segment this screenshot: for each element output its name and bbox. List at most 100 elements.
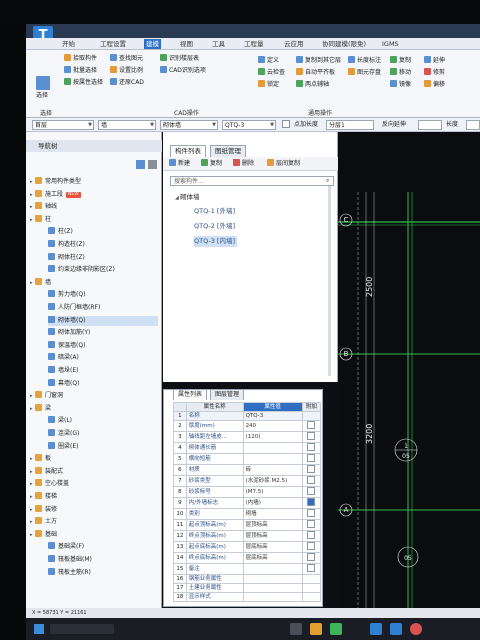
nav-item[interactable]: 砌体柱(Z) [48,252,158,263]
property-value[interactable] [242,453,303,465]
ribbon-item-16[interactable]: 复制 [390,56,411,66]
nav-item[interactable]: 剪力墙(Q) [48,290,158,300]
property-value[interactable]: 240 [242,420,303,432]
property-row[interactable]: 14 终点底标高(m) 层底标高 [173,552,322,564]
ribbon-item-1[interactable]: 批量选择 [64,66,97,76]
nav-item[interactable]: ▸ 基础 [30,529,158,540]
nav-item[interactable]: ▸ 常用构件类型 [30,177,158,187]
property-row[interactable]: 2 厚度(mm) 240 [173,420,322,432]
checkbox-icon[interactable] [307,498,316,506]
wechat-icon[interactable] [330,623,342,635]
ribbon-item-21[interactable]: 偏移 [424,80,445,90]
component-group[interactable]: ◢砌体墙 [175,192,200,203]
menu-tab-4[interactable]: 工具 [210,39,227,49]
nav-item[interactable]: 砌体加筋(Y) [48,328,158,338]
ribbon-item-9[interactable]: 云检查 [258,68,285,78]
property-value[interactable]: 层顶标高 [242,519,303,531]
property-row[interactable]: 3 轴线距左墙皮... (120) [173,431,322,443]
ribbon-item-19[interactable]: 修剪 [424,68,445,78]
ribbon-item-6[interactable]: 识别楼层表 [160,54,199,64]
property-row[interactable]: 17 土建业务属性 [173,583,322,593]
checkbox-icon[interactable] [307,443,316,451]
checkbox-icon[interactable] [307,476,316,484]
nav-item[interactable]: ▸ 板 [30,454,158,464]
menu-tab-1[interactable]: 工程设置 [98,39,128,49]
component-item[interactable]: QTQ-1 [外墙] [194,206,237,217]
nav-item[interactable]: ▸ 柱 [30,214,158,225]
ribbon-item-4[interactable]: 设置比例 [110,66,143,76]
layer-copy-button[interactable]: 层间复制 [267,159,300,169]
property-row[interactable]: 9 内/外墙标志 (内墙) [173,497,322,509]
property-value[interactable]: 砖 [242,464,303,476]
ribbon-item-18[interactable]: 移动 [390,68,411,78]
component-item[interactable]: QTQ-3 [内墙] [194,236,238,247]
windows-start-icon[interactable] [34,624,44,634]
property-row[interactable]: 4 砌体通长筋 [173,442,322,454]
checkbox-icon[interactable] [307,421,316,429]
property-value[interactable] [242,592,303,602]
menu-tab-3[interactable]: 视图 [178,39,195,49]
copy-component-button[interactable]: 复制 [201,159,222,169]
property-value[interactable]: (内墙) [242,497,303,509]
ribbon-item-14[interactable]: 长度标注 [348,56,381,66]
taskbar-search[interactable] [50,624,114,634]
nav-item[interactable]: 保温墙(Q) [48,340,158,351]
select-button[interactable]: 选择 [36,76,52,99]
nav-item[interactable]: 幕墙(Q) [48,378,158,389]
component-item[interactable]: QTQ-2 [外墙] [194,221,237,232]
checkbox-icon[interactable] [307,564,316,572]
glodon-app-icon[interactable] [370,623,382,635]
tab-drawing-management[interactable]: 图纸管理 [210,145,246,157]
checkbox-icon[interactable] [307,487,316,495]
property-value[interactable]: 层顶标高 [242,530,303,542]
nav-item[interactable]: ▸ 施工段 NEW [30,189,158,200]
nav-item[interactable]: ▸ 空心楼盖 [30,479,158,489]
checkbox-icon[interactable] [307,542,316,550]
nav-item[interactable]: ▸ 装配式 [30,466,158,477]
type-select[interactable]: 墙 ▼ [98,120,156,130]
property-row[interactable]: 10 类别 砌墙 [173,508,322,520]
nav-item[interactable]: 砌体墙(Q) [48,315,158,326]
nav-item[interactable]: 基础梁(F) [48,542,158,552]
glodon-app-icon-2[interactable] [390,623,402,635]
nav-item[interactable]: 柱(Z) [48,227,158,237]
ribbon-item-11[interactable]: 复制到其它层 [296,56,341,66]
property-row[interactable]: 7 砂浆类型 (水泥砂浆 M2.5) [173,475,322,487]
property-row[interactable]: 15 备注 [173,563,322,575]
nav-item[interactable]: 构造柱(Z) [48,240,158,250]
delete-component-button[interactable]: 删除 [233,159,254,169]
subtype-select[interactable]: 砌体墙 ▼ [160,120,218,130]
menu-tab-5[interactable]: 工程量 [242,39,266,49]
search-icon[interactable]: ⌕ [326,177,329,185]
checkbox-icon[interactable] [307,520,316,528]
new-component-button[interactable]: 新建 [169,159,190,169]
property-value[interactable]: 砌墙 [242,508,303,520]
nav-item[interactable]: 筏板主筋(R) [48,567,158,578]
property-value[interactable]: (水泥砂浆 M2.5) [242,475,303,487]
checkbox-icon[interactable] [307,465,316,473]
ribbon-item-2[interactable]: 按属性选择 [64,78,103,88]
checkbox-icon[interactable] [307,432,316,440]
menu-tab-6[interactable]: 云应用 [282,39,306,49]
nav-item[interactable]: 暗梁(A) [48,353,158,363]
tab-properties[interactable]: 属性列表 [173,389,208,400]
property-value[interactable]: (120) [242,431,303,443]
property-row[interactable]: 8 砂浆标号 (M7.5) [173,486,322,498]
ribbon-item-8[interactable]: 定义 [258,56,279,66]
ribbon-item-3[interactable]: 查找图元 [110,54,143,64]
nav-item[interactable]: ▸ 楼梯 [30,492,158,502]
ribbon-item-17[interactable]: 延伸 [424,56,445,66]
tab-layers[interactable]: 图层管理 [210,389,245,400]
nav-item[interactable]: 梁(L) [48,416,158,426]
file-explorer-icon[interactable] [310,623,322,635]
ribbon-item-10[interactable]: 锁定 [258,80,279,90]
ribbon-item-0[interactable]: 拾取构件 [64,54,97,64]
ribbon-item-20[interactable]: 镜像 [390,80,411,90]
menu-tab-2[interactable]: 建模 [144,39,161,49]
checkbox-icon[interactable] [307,553,316,561]
menu-tab-7[interactable]: 协同建模(限免) [320,39,368,49]
ribbon-item-5[interactable]: 还原CAD [110,78,144,88]
ribbon-item-7[interactable]: CAD识别选项 [160,66,206,76]
length-input[interactable] [418,120,442,130]
property-value[interactable]: QTQ-3 [242,411,303,421]
